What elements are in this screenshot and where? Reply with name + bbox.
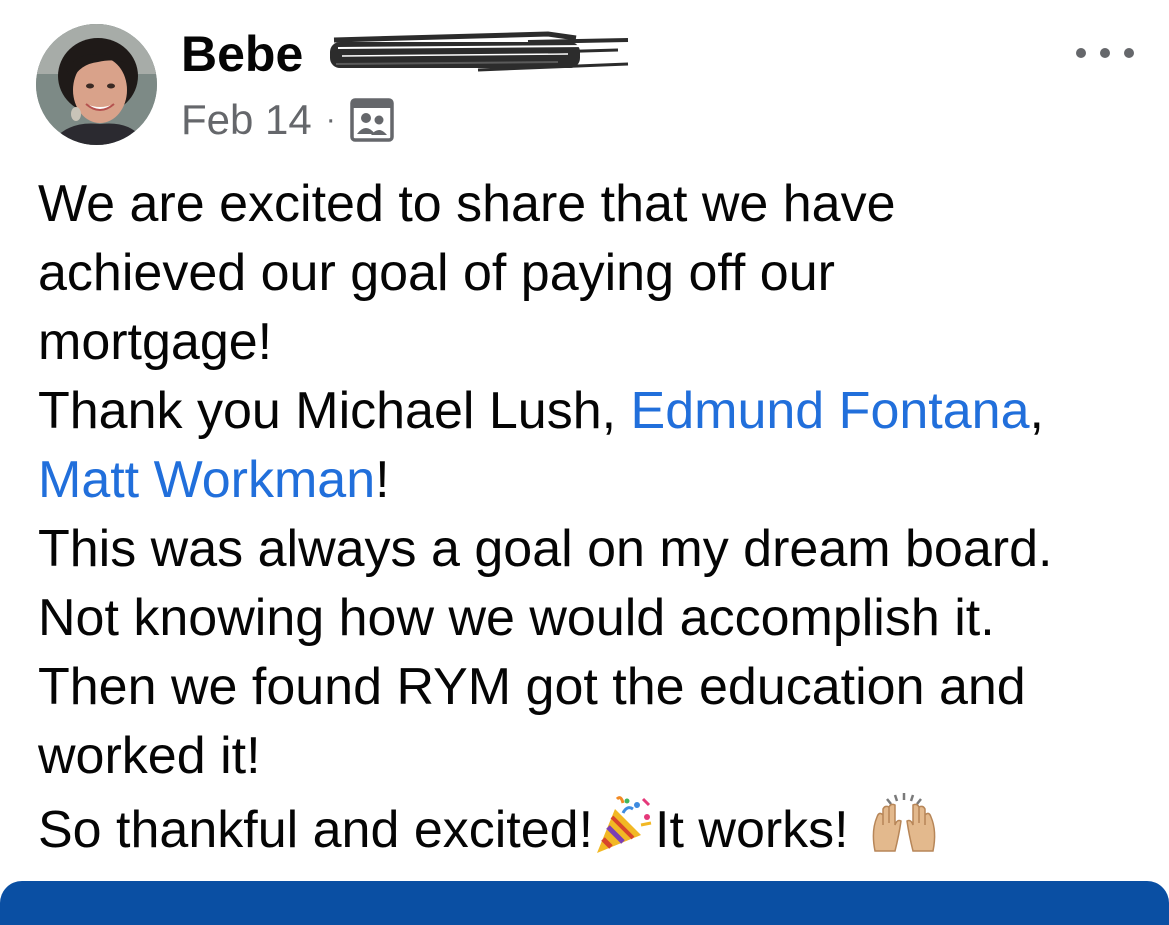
party-popper-icon (593, 795, 655, 875)
post-date[interactable]: Feb 14 (181, 96, 312, 144)
post-line: mortgage! (38, 313, 273, 371)
post-line: So thankful and excited! It works! (38, 791, 1148, 860)
profile-photo-icon (36, 24, 157, 145)
post-line: Thank you Michael Lush, Edmund Fontana, (38, 377, 1148, 446)
post-line: Matt Workman! (38, 446, 1148, 515)
post-meta: Feb 14 · (181, 92, 394, 148)
it-works-text: It works! (655, 801, 849, 859)
redacted-last-name (330, 31, 629, 72)
exclaim-text: ! (375, 451, 390, 509)
more-options-dot (1124, 48, 1134, 58)
more-options-button[interactable] (1076, 36, 1134, 70)
post-text: We are excited to share that we have ach… (38, 170, 1148, 860)
mention-matt-workman[interactable]: Matt Workman (38, 451, 375, 509)
closing-text: So thankful and excited! (38, 801, 594, 859)
group-audience-icon[interactable] (350, 98, 394, 142)
more-options-icon (1076, 48, 1086, 58)
post-line: achieved our goal of paying off our (38, 244, 835, 302)
post-line: Not knowing how we would accomplish it. (38, 589, 995, 647)
author-name[interactable]: Bebe (181, 22, 303, 86)
more-options-dot (1100, 48, 1110, 58)
post-line: Then we found RYM got the education and (38, 658, 1026, 716)
post-line: We are excited to share that we have (38, 175, 896, 233)
meta-separator: · (325, 103, 336, 136)
comma-text: , (1029, 382, 1044, 440)
bottom-action-bar[interactable] (0, 881, 1169, 925)
thanks-text: Thank you Michael Lush, (38, 382, 631, 440)
post-line: This was always a goal on my dream board… (38, 520, 1053, 578)
mention-edmund-fontana[interactable]: Edmund Fontana (631, 382, 1030, 440)
post-line: worked it! (38, 727, 261, 785)
raising-hands-icon (869, 791, 939, 875)
author-first-name[interactable]: Bebe (181, 26, 303, 82)
author-avatar[interactable] (36, 24, 157, 145)
